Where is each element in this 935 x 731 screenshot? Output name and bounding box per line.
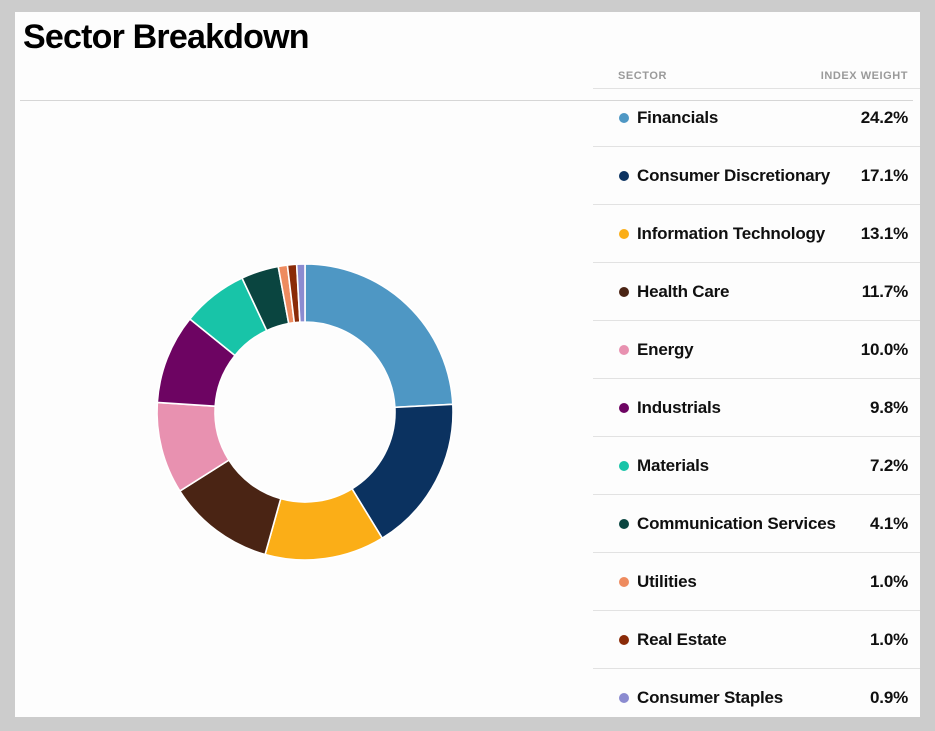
legend-row[interactable]: Health Care 11.7% <box>593 262 920 320</box>
legend-row[interactable]: Consumer Staples 0.9% <box>593 668 920 717</box>
index-weight-value: 24.2% <box>860 107 908 127</box>
legend-row[interactable]: Energy 10.0% <box>593 320 920 378</box>
index-weight-value: 11.7% <box>861 281 908 301</box>
page-title: Sector Breakdown <box>23 18 310 56</box>
index-weight-value: 4.1% <box>870 513 908 533</box>
sector-color-dot-icon <box>619 576 629 587</box>
donut-slice-group <box>156 263 454 561</box>
legend-row[interactable]: Real Estate 1.0% <box>593 610 920 668</box>
sector-color-dot-icon <box>619 402 629 413</box>
index-weight-value: 10.0% <box>860 339 908 359</box>
index-weight-value: 17.1% <box>860 165 908 185</box>
sector-label: Information Technology <box>637 223 825 243</box>
sector-color-dot-icon <box>619 286 629 297</box>
sector-label: Energy <box>637 339 694 359</box>
sector-label: Industrials <box>637 397 721 417</box>
legend-row[interactable]: Industrials 9.8% <box>593 378 920 436</box>
sector-color-dot-icon <box>619 344 629 355</box>
sector-label: Consumer Discretionary <box>637 165 831 185</box>
sector-label: Consumer Staples <box>637 687 784 707</box>
index-weight-value: 7.2% <box>870 455 908 475</box>
index-weight-value: 1.0% <box>870 629 908 649</box>
legend-row[interactable]: Financials 24.2% <box>593 88 920 146</box>
sector-label: Communication Services <box>637 513 836 533</box>
sector-color-dot-icon <box>619 170 629 181</box>
column-header-sector: SECTOR <box>618 70 667 82</box>
sector-donut-chart <box>156 263 454 561</box>
sector-color-dot-icon <box>619 518 629 529</box>
sector-color-dot-icon <box>619 692 629 703</box>
donut-slice[interactable] <box>304 263 454 409</box>
sector-label: Real Estate <box>637 629 727 649</box>
index-weight-value: 9.8% <box>870 397 908 417</box>
donut-chart-area <box>15 107 585 717</box>
index-weight-value: 13.1% <box>860 223 908 243</box>
sector-breakdown-card: Sector Breakdown SECTOR INDEX WEIGHT Fin… <box>15 12 920 717</box>
sector-label: Materials <box>637 455 709 475</box>
column-header-index-weight: INDEX WEIGHT <box>820 70 908 82</box>
sector-color-dot-icon <box>619 460 629 471</box>
sector-color-dot-icon <box>619 634 629 645</box>
sector-label: Financials <box>637 107 719 127</box>
legend-row[interactable]: Materials 7.2% <box>593 436 920 494</box>
sector-label: Utilities <box>637 571 697 591</box>
sector-label: Health Care <box>637 281 730 301</box>
sector-color-dot-icon <box>619 228 629 239</box>
legend-row-list: Financials 24.2% Consumer Discretionary 17.… <box>593 88 920 717</box>
index-weight-value: 0.9% <box>870 687 908 707</box>
sector-color-dot-icon <box>619 112 629 123</box>
legend-row[interactable]: Information Technology 13.1% <box>593 204 920 262</box>
index-weight-value: 1.0% <box>870 571 908 591</box>
legend-table-header: SECTOR INDEX WEIGHT <box>593 60 920 88</box>
legend-row[interactable]: Consumer Discretionary 17.1% <box>593 146 920 204</box>
sector-legend-table: SECTOR INDEX WEIGHT Financials 24.2% Consu… <box>593 60 920 717</box>
legend-row[interactable]: Communication Services 4.1% <box>593 494 920 552</box>
legend-row[interactable]: Utilities 1.0% <box>593 552 920 610</box>
